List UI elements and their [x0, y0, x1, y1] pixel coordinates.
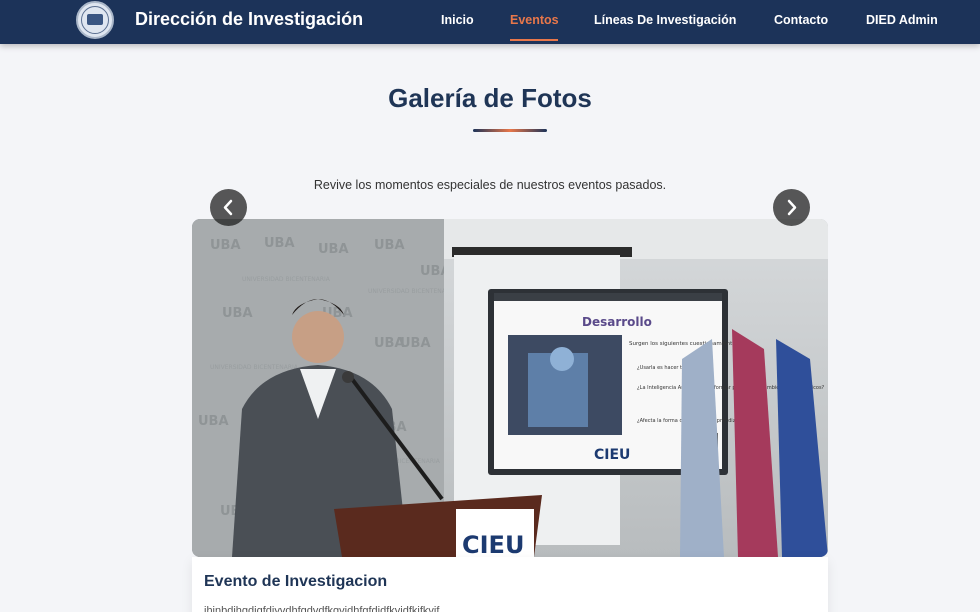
svg-text:CIEU: CIEU	[594, 447, 630, 463]
nav-inicio[interactable]: Inicio	[441, 13, 474, 27]
event-photo: UBA UBA UBA UBA UBA UBA UBA UBA UBA UBA …	[192, 219, 828, 557]
svg-text:UBA: UBA	[264, 236, 295, 251]
svg-text:UBA: UBA	[374, 238, 405, 253]
nav-lineas-de-investigacion[interactable]: Líneas De Investigación	[594, 13, 736, 27]
svg-text:UBA: UBA	[210, 238, 241, 253]
gallery-title: Galería de Fotos	[388, 83, 592, 113]
svg-text:Desarrollo: Desarrollo	[582, 315, 652, 329]
svg-text:UNIVERSIDAD BICENTENARIA: UNIVERSIDAD BICENTENARIA	[242, 276, 331, 283]
event-description: ihjnbdihgdigfdiyvdhfgdvdfkgvjdhfgfdjdfkv…	[204, 605, 440, 612]
university-seal-icon[interactable]	[76, 1, 114, 39]
event-title: Evento de Investigacion	[204, 573, 388, 590]
chevron-left-icon	[223, 199, 233, 216]
svg-text:CIEU: CIEU	[462, 531, 524, 557]
navbar: Dirección de Investigación Inicio Evento…	[0, 0, 980, 44]
photo-carousel: UBA UBA UBA UBA UBA UBA UBA UBA UBA UBA …	[192, 219, 828, 557]
nav-died-admin[interactable]: DIED Admin	[866, 13, 938, 27]
active-nav-indicator	[510, 39, 558, 41]
carousel-prev-button[interactable]	[210, 189, 247, 226]
brand-title[interactable]: Dirección de Investigación	[135, 9, 363, 30]
svg-text:UNIVERSIDAD BICENTENARIA: UNIVERSIDAD BICENTENARIA	[368, 288, 457, 295]
svg-text:UBA: UBA	[400, 336, 431, 351]
chevron-right-icon	[787, 199, 797, 216]
carousel-next-button[interactable]	[773, 189, 810, 226]
svg-text:UBA: UBA	[222, 306, 253, 321]
svg-text:Surgen los siguientes cuestion: Surgen los siguientes cuestionamientos:	[629, 341, 740, 347]
title-divider	[473, 129, 547, 132]
svg-text:UBA: UBA	[198, 414, 229, 429]
svg-text:UBA: UBA	[318, 242, 349, 257]
gallery-subtitle: Revive los momentos especiales de nuestr…	[313, 178, 667, 192]
nav-contacto[interactable]: Contacto	[774, 13, 828, 27]
nav-eventos[interactable]: Eventos	[510, 13, 559, 27]
event-caption-card: Evento de Investigacion ihjnbdihgdigfdiy…	[192, 557, 828, 612]
svg-text:UNIVERSIDAD BICENTENARIA: UNIVERSIDAD BICENTENARIA	[210, 364, 299, 371]
